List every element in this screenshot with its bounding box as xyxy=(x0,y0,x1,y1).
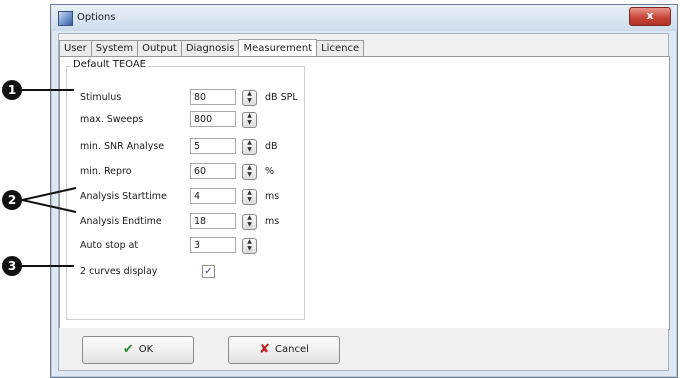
unit-label: ms xyxy=(265,191,280,202)
spin-down-icon[interactable]: ▼ xyxy=(243,197,256,204)
analysis-starttime-spinner[interactable]: ▲ ▼ xyxy=(242,189,257,205)
stimulus-row: Stimulus 80 ▲ ▼ dB SPL xyxy=(80,89,310,107)
max-sweeps-spinner[interactable]: ▲ ▼ xyxy=(242,112,257,128)
auto-stop-spinner[interactable]: ▲ ▼ xyxy=(242,238,257,254)
callout-1-leader xyxy=(22,89,74,91)
group-title: Default TEOAE xyxy=(71,59,148,70)
field-label: Analysis Endtime xyxy=(80,216,162,227)
min-repro-spinner[interactable]: ▲ ▼ xyxy=(242,164,257,180)
checkbox-label: 2 curves display xyxy=(80,266,158,277)
stimulus-spinner[interactable]: ▲ ▼ xyxy=(242,90,257,106)
field-label: Analysis Starttime xyxy=(80,191,167,202)
auto-stop-row: Auto stop at 3 ▲ ▼ xyxy=(80,237,310,255)
title-bar[interactable]: Options x xyxy=(51,5,677,31)
tab-licence[interactable]: Licence xyxy=(316,40,365,56)
min-repro-row: min. Repro 60 ▲ ▼ % xyxy=(80,163,310,181)
close-button[interactable]: x xyxy=(629,7,671,26)
button-bar: ✔ OK ✘ Cancel xyxy=(59,328,668,370)
spin-down-icon[interactable]: ▼ xyxy=(243,246,256,253)
unit-label: dB xyxy=(265,141,278,152)
min-snr-input[interactable]: 5 xyxy=(190,138,236,154)
min-snr-spinner[interactable]: ▲ ▼ xyxy=(242,139,257,155)
ok-button[interactable]: ✔ OK xyxy=(82,336,194,364)
cancel-button[interactable]: ✘ Cancel xyxy=(228,336,340,364)
stimulus-input[interactable]: 80 xyxy=(190,89,236,105)
curves-display-checkbox[interactable]: ✓ xyxy=(202,265,215,278)
analysis-starttime-row: Analysis Starttime 4 ▲ ▼ ms xyxy=(80,188,310,206)
cross-icon: ✘ xyxy=(259,342,270,357)
max-sweeps-row: max. Sweeps 800 ▲ ▼ xyxy=(80,111,310,129)
app-icon xyxy=(58,11,73,26)
field-label: min. SNR Analyse xyxy=(80,141,165,152)
analysis-starttime-input[interactable]: 4 xyxy=(190,188,236,204)
curves-display-row: 2 curves display ✓ xyxy=(80,263,310,281)
default-teoae-group: Default TEOAE Stimulus 80 ▲ ▼ dB SPL max.… xyxy=(66,59,305,320)
spin-down-icon[interactable]: ▼ xyxy=(243,120,256,127)
tab-user[interactable]: User xyxy=(59,40,92,56)
measurement-tab-page: Default TEOAE Stimulus 80 ▲ ▼ dB SPL max.… xyxy=(59,56,670,330)
callout-3: 3 xyxy=(2,256,22,276)
field-label: min. Repro xyxy=(80,166,132,177)
tab-diagnosis[interactable]: Diagnosis xyxy=(180,40,240,56)
field-label: Stimulus xyxy=(80,92,122,103)
tab-measurement[interactable]: Measurement xyxy=(238,39,318,57)
spin-down-icon[interactable]: ▼ xyxy=(243,147,256,154)
callout-1: 1 xyxy=(2,80,22,100)
min-snr-row: min. SNR Analyse 5 ▲ ▼ dB xyxy=(80,138,310,156)
options-window: Options x User System Output Diagnosis Measu… xyxy=(50,4,678,378)
unit-label: ms xyxy=(265,216,280,227)
window-title: Options xyxy=(77,12,116,23)
max-sweeps-input[interactable]: 800 xyxy=(190,111,236,127)
callout-2: 2 xyxy=(2,190,22,210)
field-label: max. Sweeps xyxy=(80,114,144,125)
spin-down-icon[interactable]: ▼ xyxy=(243,172,256,179)
min-repro-input[interactable]: 60 xyxy=(190,163,236,179)
tab-output[interactable]: Output xyxy=(137,40,182,56)
dialog-content: User System Output Diagnosis Measurement Lice… xyxy=(58,33,670,371)
checkmark-icon: ✔ xyxy=(122,342,134,357)
analysis-endtime-input[interactable]: 18 xyxy=(190,213,236,229)
analysis-endtime-spinner[interactable]: ▲ ▼ xyxy=(242,214,257,230)
callout-3-leader xyxy=(22,265,74,267)
cancel-label: Cancel xyxy=(275,344,309,355)
spin-down-icon[interactable]: ▼ xyxy=(243,98,256,105)
unit-label: dB SPL xyxy=(265,92,298,103)
tab-strip: User System Output Diagnosis Measurement Lice… xyxy=(59,38,365,57)
unit-label: % xyxy=(265,166,275,177)
ok-label: OK xyxy=(138,344,154,355)
auto-stop-input[interactable]: 3 xyxy=(190,237,236,253)
analysis-endtime-row: Analysis Endtime 18 ▲ ▼ ms xyxy=(80,213,310,231)
spin-down-icon[interactable]: ▼ xyxy=(243,222,256,229)
tab-system[interactable]: System xyxy=(90,40,139,56)
callout-2-leader xyxy=(22,187,77,213)
field-label: Auto stop at xyxy=(80,240,139,251)
